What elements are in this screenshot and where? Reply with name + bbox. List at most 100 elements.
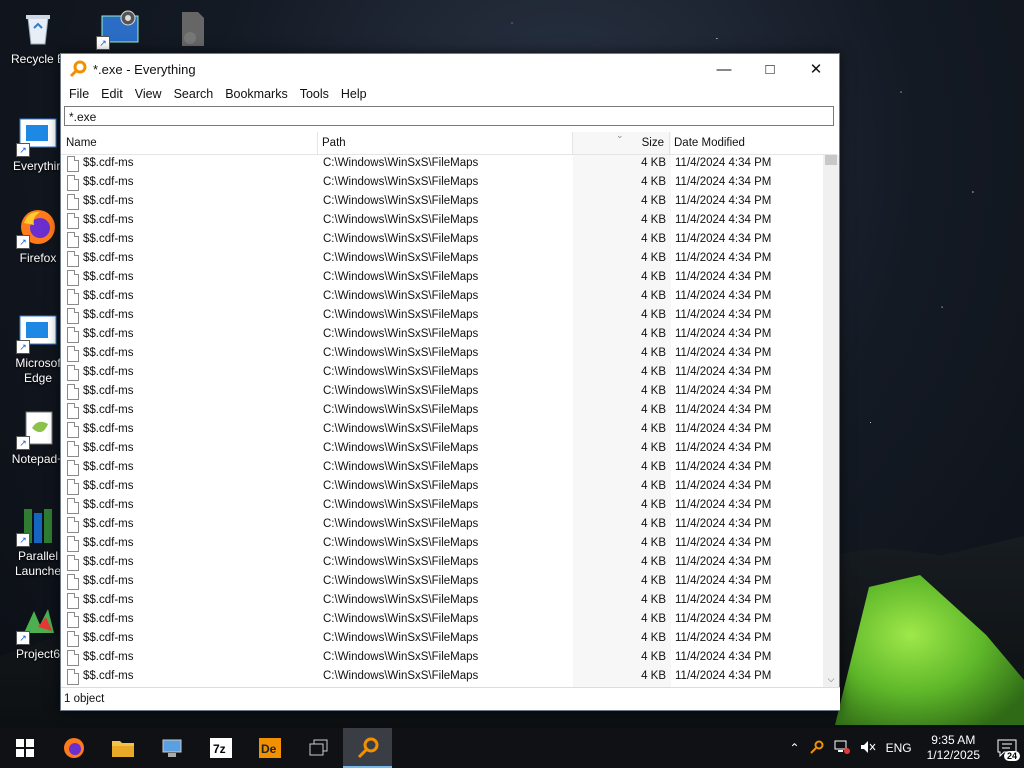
cell-size: 4 KB bbox=[641, 309, 666, 321]
cell-size: 4 KB bbox=[641, 461, 666, 473]
start-button[interactable] bbox=[0, 728, 49, 768]
cell-size: 4 KB bbox=[641, 594, 666, 606]
table-row[interactable]: $$.cdf-ms C:\Windows\WinSxS\FileMaps 4 KB 1… bbox=[61, 231, 823, 250]
cell-size: 4 KB bbox=[641, 290, 666, 302]
file-icon bbox=[67, 213, 79, 229]
table-row[interactable]: $$.cdf-ms C:\Windows\WinSxS\FileMaps 4 KB 1… bbox=[61, 421, 823, 440]
table-row[interactable]: $$.cdf-ms C:\Windows\WinSxS\FileMaps 4 KB 1… bbox=[61, 668, 823, 687]
shortcut-arrow-icon: ↗ bbox=[96, 36, 110, 50]
file-icon bbox=[67, 232, 79, 248]
parallel-launcher-icon: ↗ bbox=[16, 505, 58, 547]
table-row[interactable]: $$.cdf-ms C:\Windows\WinSxS\FileMaps 4 KB 1… bbox=[61, 364, 823, 383]
menu-file[interactable]: File bbox=[63, 87, 95, 101]
taskbar-network[interactable] bbox=[147, 728, 196, 768]
volume-muted-icon[interactable] bbox=[855, 740, 881, 757]
table-row[interactable]: $$.cdf-ms C:\Windows\WinSxS\FileMaps 4 KB 1… bbox=[61, 630, 823, 649]
cell-path: C:\Windows\WinSxS\FileMaps bbox=[323, 499, 479, 511]
taskbar-everything[interactable] bbox=[343, 728, 392, 768]
column-header-date-modified[interactable]: Date Modified bbox=[669, 132, 819, 154]
table-row[interactable]: $$.cdf-ms C:\Windows\WinSxS\FileMaps 4 KB 1… bbox=[61, 459, 823, 478]
cell-date-modified: 11/4/2024 4:34 PM bbox=[675, 442, 772, 454]
menu-tools[interactable]: Tools bbox=[294, 87, 335, 101]
edge-icon: ↗ bbox=[16, 312, 58, 354]
table-row[interactable]: $$.cdf-ms C:\Windows\WinSxS\FileMaps 4 KB 1… bbox=[61, 383, 823, 402]
table-row[interactable]: $$.cdf-ms C:\Windows\WinSxS\FileMaps 4 KB 1… bbox=[61, 345, 823, 364]
cell-date-modified: 11/4/2024 4:34 PM bbox=[675, 157, 772, 169]
cell-name: $$.cdf-ms bbox=[83, 423, 134, 435]
cell-size: 4 KB bbox=[641, 157, 666, 169]
cell-size: 4 KB bbox=[641, 252, 666, 264]
file-icon bbox=[67, 251, 79, 267]
table-row[interactable]: $$.cdf-ms C:\Windows\WinSxS\FileMaps 4 KB 1… bbox=[61, 440, 823, 459]
column-header-name[interactable]: Name bbox=[61, 132, 317, 154]
cell-date-modified: 11/4/2024 4:34 PM bbox=[675, 366, 772, 378]
table-row[interactable]: $$.cdf-ms C:\Windows\WinSxS\FileMaps 4 KB 1… bbox=[61, 535, 823, 554]
desktop-icon-control-panel[interactable]: ↗ bbox=[86, 8, 150, 52]
close-button[interactable]: ✕ bbox=[793, 54, 839, 84]
scrollbar-thumb[interactable] bbox=[825, 155, 837, 165]
menu-help[interactable]: Help bbox=[335, 87, 373, 101]
table-row[interactable]: $$.cdf-ms C:\Windows\WinSxS\FileMaps 4 KB 1… bbox=[61, 174, 823, 193]
cell-size: 4 KB bbox=[641, 480, 666, 492]
file-icon bbox=[67, 270, 79, 286]
cell-date-modified: 11/4/2024 4:34 PM bbox=[675, 499, 772, 511]
cell-name: $$.cdf-ms bbox=[83, 632, 134, 644]
scroll-down-arrow-icon[interactable]: ⌵ bbox=[823, 674, 839, 685]
system-tray: ⌃ ENG 9:35 AM 1/12/2025 24 bbox=[785, 728, 1024, 768]
tray-overflow-chevron-icon[interactable]: ⌃ bbox=[785, 741, 805, 755]
cell-path: C:\Windows\WinSxS\FileMaps bbox=[323, 442, 479, 454]
table-row[interactable]: $$.cdf-ms C:\Windows\WinSxS\FileMaps 4 KB 1… bbox=[61, 212, 823, 231]
tray-everything-icon[interactable] bbox=[805, 740, 829, 757]
file-icon bbox=[67, 593, 79, 609]
clock[interactable]: 9:35 AM 1/12/2025 bbox=[917, 733, 990, 763]
cell-date-modified: 11/4/2024 4:34 PM bbox=[675, 613, 772, 625]
table-row[interactable]: $$.cdf-ms C:\Windows\WinSxS\FileMaps 4 KB 1… bbox=[61, 573, 823, 592]
maximize-button[interactable]: □ bbox=[747, 54, 793, 84]
cell-name: $$.cdf-ms bbox=[83, 176, 134, 188]
table-row[interactable]: $$.cdf-ms C:\Windows\WinSxS\FileMaps 4 KB 1… bbox=[61, 516, 823, 535]
cell-name: $$.cdf-ms bbox=[83, 157, 134, 169]
column-header-size[interactable]: Size bbox=[573, 132, 666, 154]
table-row[interactable]: $$.cdf-ms C:\Windows\WinSxS\FileMaps 4 KB 1… bbox=[61, 592, 823, 611]
table-row[interactable]: $$.cdf-ms C:\Windows\WinSxS\FileMaps 4 KB 1… bbox=[61, 307, 823, 326]
table-row[interactable]: $$.cdf-ms C:\Windows\WinSxS\FileMaps 4 KB 1… bbox=[61, 554, 823, 573]
menu-view[interactable]: View bbox=[129, 87, 168, 101]
table-row[interactable]: $$.cdf-ms C:\Windows\WinSxS\FileMaps 4 KB 1… bbox=[61, 497, 823, 516]
column-header-path[interactable]: Path bbox=[317, 132, 573, 154]
cell-size: 4 KB bbox=[641, 176, 666, 188]
table-row[interactable]: $$.cdf-ms C:\Windows\WinSxS\FileMaps 4 KB 1… bbox=[61, 155, 823, 174]
taskbar-file-explorer[interactable] bbox=[98, 728, 147, 768]
minimize-button[interactable]: — bbox=[701, 54, 747, 84]
table-row[interactable]: $$.cdf-ms C:\Windows\WinSxS\FileMaps 4 KB 1… bbox=[61, 326, 823, 345]
taskbar-7zip[interactable]: 7z bbox=[196, 728, 245, 768]
input-language[interactable]: ENG bbox=[881, 741, 917, 755]
menu-edit[interactable]: Edit bbox=[95, 87, 129, 101]
desktop-icon-blank-file[interactable] bbox=[160, 8, 224, 52]
cell-date-modified: 11/4/2024 4:34 PM bbox=[675, 290, 772, 302]
shortcut-arrow-icon: ↗ bbox=[16, 631, 30, 645]
cell-date-modified: 11/4/2024 4:34 PM bbox=[675, 309, 772, 321]
table-row[interactable]: $$.cdf-ms C:\Windows\WinSxS\FileMaps 4 KB 1… bbox=[61, 269, 823, 288]
title-bar[interactable]: *.exe - Everything — □ ✕ bbox=[61, 54, 839, 84]
taskbar-dependencies[interactable]: De bbox=[245, 728, 294, 768]
search-input[interactable]: *.exe bbox=[64, 106, 834, 126]
vertical-scrollbar[interactable]: ⌵ bbox=[823, 155, 839, 687]
taskbar-task-view[interactable] bbox=[294, 728, 343, 768]
clock-date: 1/12/2025 bbox=[926, 748, 980, 762]
notification-center-button[interactable]: 24 bbox=[990, 728, 1024, 768]
table-row[interactable]: $$.cdf-ms C:\Windows\WinSxS\FileMaps 4 KB 1… bbox=[61, 402, 823, 421]
table-row[interactable]: $$.cdf-ms C:\Windows\WinSxS\FileMaps 4 KB 1… bbox=[61, 478, 823, 497]
shortcut-arrow-icon: ↗ bbox=[16, 143, 30, 157]
table-row[interactable]: $$.cdf-ms C:\Windows\WinSxS\FileMaps 4 KB 1… bbox=[61, 611, 823, 630]
table-row[interactable]: $$.cdf-ms C:\Windows\WinSxS\FileMaps 4 KB 1… bbox=[61, 193, 823, 212]
cell-name: $$.cdf-ms bbox=[83, 461, 134, 473]
table-row[interactable]: $$.cdf-ms C:\Windows\WinSxS\FileMaps 4 KB 1… bbox=[61, 649, 823, 668]
menu-bookmarks[interactable]: Bookmarks bbox=[219, 87, 294, 101]
taskbar-firefox[interactable] bbox=[49, 728, 98, 768]
network-status-icon[interactable] bbox=[829, 740, 855, 757]
cell-path: C:\Windows\WinSxS\FileMaps bbox=[323, 518, 479, 530]
menu-search[interactable]: Search bbox=[168, 87, 220, 101]
table-row[interactable]: $$.cdf-ms C:\Windows\WinSxS\FileMaps 4 KB 1… bbox=[61, 250, 823, 269]
table-row[interactable]: $$.cdf-ms C:\Windows\WinSxS\FileMaps 4 KB 1… bbox=[61, 288, 823, 307]
cell-date-modified: 11/4/2024 4:34 PM bbox=[675, 670, 772, 682]
